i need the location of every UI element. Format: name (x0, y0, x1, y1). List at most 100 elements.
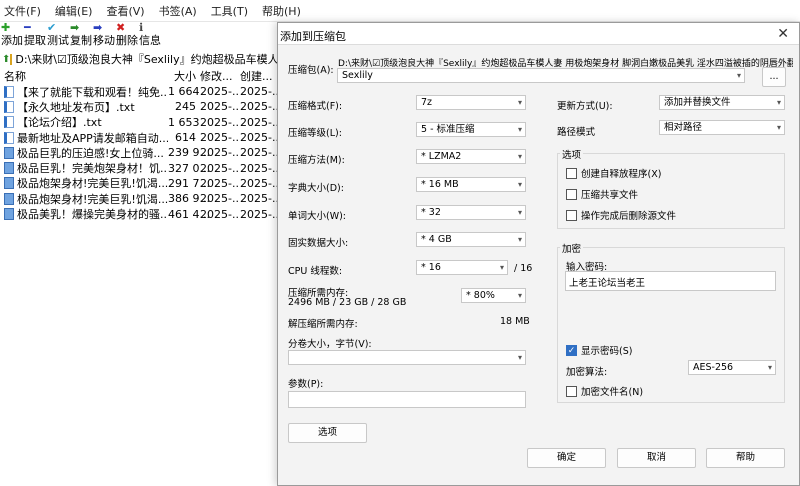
file-row[interactable]: 极品巨乳的压迫感!女上位骑... 239 9... 2025-... 2025-... (0, 145, 280, 160)
menu-file[interactable]: 文件(F) (4, 3, 41, 19)
file-modified: 2025-... (200, 192, 240, 206)
menu-edit[interactable]: 编辑(E) (55, 3, 93, 19)
file-created: 2025-... (240, 176, 280, 190)
file-row[interactable]: 【永久地址发布页】.txt 245 2025-... 2025-... (0, 99, 280, 114)
move-button[interactable]: ➡ 移动 (93, 22, 115, 48)
address-bar: ⬆ D:\来财\☑顶级泡良大神『Sexlily』约炮超极品车模人妻 (0, 50, 290, 68)
decompress-memory-label: 解压缩所需内存: (288, 319, 358, 330)
file-name-cell: 极品炮架身材!完美巨乳!饥渴... (0, 191, 168, 207)
checkbox-box (566, 385, 577, 397)
sfx-checkbox[interactable]: 创建自释放程序(X) (566, 166, 661, 180)
chevron-down-icon: ▾ (517, 353, 522, 362)
text-file-icon (4, 85, 14, 98)
solid-label: 固实数据大小: (288, 238, 349, 249)
archive-name-combo[interactable]: Sexlily ▾ (337, 68, 745, 83)
file-row[interactable]: 极品巨乳！完美炮架身材！饥... 327 0... 2025-... 2025-... (0, 160, 280, 175)
ok-button[interactable]: 确定 (527, 448, 606, 468)
password-input[interactable]: 上老王论坛当老王 (565, 271, 776, 291)
file-row[interactable]: 极品炮架身材!完美巨乳!饥渴... 291 7... 2025-... 2025-..… (0, 176, 280, 191)
params-label: 参数(P): (288, 379, 324, 390)
options-button[interactable]: 选项 (288, 423, 367, 443)
menu-tools[interactable]: 工具(T) (211, 3, 248, 19)
copy-button[interactable]: ➡ 复制 (70, 22, 92, 48)
memory-percent-combo[interactable]: * 80% ▾ (461, 288, 526, 303)
cpu-combo[interactable]: * 16 ▾ (416, 260, 508, 275)
text-file-icon (4, 100, 14, 113)
column-modified[interactable]: 修改... (198, 68, 240, 84)
file-name: 极品炮架身材!完美巨乳!饥渴... (17, 192, 168, 206)
chevron-down-icon: ▾ (517, 180, 522, 189)
image-file-icon (4, 162, 14, 175)
word-combo[interactable]: * 32 ▾ (416, 205, 526, 220)
folder-icon (10, 53, 13, 65)
chevron-down-icon: ▾ (517, 98, 522, 107)
file-created: 2025-... (240, 146, 280, 160)
dict-combo[interactable]: * 16 MB ▾ (416, 177, 526, 192)
menu-help[interactable]: 帮助(H) (262, 3, 301, 19)
copy-arrow-icon: ➡ (70, 21, 80, 34)
menu-bookmarks[interactable]: 书签(A) (159, 3, 197, 19)
file-size: 386 9... (168, 192, 210, 206)
image-file-icon (4, 192, 14, 205)
checkbox-box (566, 209, 577, 221)
file-row[interactable]: 最新地址及APP请发邮箱自动... 614 2025-... 2025-... (0, 130, 280, 145)
cpu-total: / 16 (514, 263, 533, 274)
encryption-method-combo[interactable]: AES-256 ▾ (688, 360, 776, 375)
file-row[interactable]: 【论坛介绍】.txt 1 653 2025-... 2025-... (0, 115, 280, 130)
checkbox-box (566, 188, 577, 200)
file-created: 2025-... (240, 100, 280, 114)
file-name: 极品美乳！爆操完美身材的骚... (17, 208, 168, 222)
solid-combo[interactable]: * 4 GB ▾ (416, 232, 526, 247)
file-modified: 2025-... (200, 100, 240, 114)
path-mode-combo[interactable]: 相对路径 ▾ (659, 120, 785, 135)
info-button[interactable]: ℹ 信息 (139, 22, 161, 48)
column-name[interactable]: 名称 (0, 68, 168, 84)
chevron-down-icon: ▾ (499, 263, 504, 272)
file-size: 1 653 (168, 115, 200, 129)
split-combo[interactable]: ▾ (288, 350, 526, 365)
method-combo[interactable]: * LZMA2 ▾ (416, 149, 526, 164)
extract-button[interactable]: ━ 提取 (24, 22, 46, 48)
file-size: 614 (175, 131, 196, 145)
close-icon[interactable]: ✕ (777, 26, 789, 42)
column-size[interactable]: 大小 (168, 68, 198, 84)
menu-view[interactable]: 查看(V) (106, 3, 144, 19)
file-size: 291 7... (168, 176, 210, 190)
chevron-down-icon: ▾ (767, 363, 772, 372)
test-button[interactable]: ✔ 测试 (47, 22, 69, 48)
up-arrow-icon[interactable]: ⬆ (0, 54, 10, 65)
delete-after-checkbox[interactable]: 操作完成后删除源文件 (566, 208, 676, 222)
add-button[interactable]: ✚ 添加 (1, 22, 23, 48)
cancel-button[interactable]: 取消 (617, 448, 696, 468)
image-file-icon (4, 208, 14, 221)
file-row[interactable]: 极品炮架身材!完美巨乳!饥渴... 386 9... 2025-... 2025-..… (0, 191, 280, 206)
browse-button[interactable]: ... (762, 67, 786, 87)
delete-button[interactable]: ✖ 删除 (116, 22, 138, 48)
shared-checkbox[interactable]: 压缩共享文件 (566, 187, 638, 201)
file-name: 极品巨乳的压迫感!女上位骑... (17, 146, 164, 160)
chevron-down-icon: ▾ (517, 291, 522, 300)
file-row[interactable]: 极品美乳！爆操完美身材的骚... 461 4... 2025-... 2025-... (0, 206, 280, 221)
level-label: 压缩等级(L): (288, 128, 342, 139)
file-row[interactable]: 【来了就能下载和观看！纯免... 1 664 2025-... 2025-... (0, 84, 280, 99)
column-created[interactable]: 创建... (240, 68, 280, 84)
chevron-down-icon: ▾ (517, 152, 522, 161)
chevron-down-icon: ▾ (776, 98, 781, 107)
archive-label: 压缩包(A): (288, 65, 334, 76)
encrypt-names-checkbox[interactable]: 加密文件名(N) (566, 384, 643, 398)
update-combo[interactable]: 添加并替换文件 ▾ (659, 95, 785, 110)
dict-label: 字典大小(D): (288, 183, 344, 194)
params-input[interactable] (288, 391, 526, 408)
show-password-checkbox[interactable]: ✓ 显示密码(S) (566, 343, 632, 357)
address-path[interactable]: D:\来财\☑顶级泡良大神『Sexlily』约炮超极品车模人妻 (15, 51, 289, 67)
level-combo[interactable]: 5 - 标准压缩 ▾ (416, 122, 526, 137)
format-combo[interactable]: 7z ▾ (416, 95, 526, 110)
file-created: 2025-... (240, 115, 280, 129)
check-icon: ✔ (47, 21, 57, 34)
file-name-cell: 【论坛介绍】.txt (0, 114, 168, 130)
help-button[interactable]: 帮助 (706, 448, 785, 468)
text-file-icon (4, 116, 14, 129)
delete-icon: ✖ (116, 21, 126, 34)
chevron-down-icon: ▾ (736, 71, 741, 80)
chevron-down-icon: ▾ (517, 208, 522, 217)
